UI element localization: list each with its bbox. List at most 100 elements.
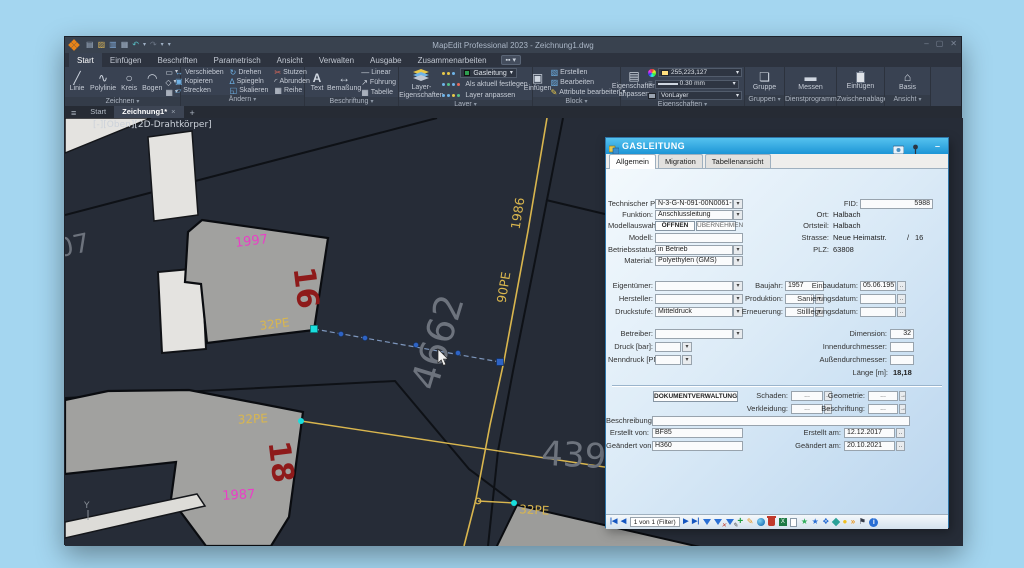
- next-record-icon[interactable]: ▶: [683, 517, 688, 527]
- dialog-title-bar[interactable]: GASLEITUNG –: [606, 138, 948, 154]
- panel-label-dienstprogramme[interactable]: Dienstprogramme▾: [785, 95, 836, 106]
- endpoint-grip[interactable]: [497, 359, 504, 366]
- viewport-controls[interactable]: [-][Oben][2D-Drahtkörper]: [93, 120, 212, 130]
- app-logo-icon[interactable]: [69, 40, 80, 51]
- panel-label-zwischenablage[interactable]: Zwischenablage: [837, 95, 884, 106]
- star-green-icon[interactable]: ★: [801, 517, 808, 527]
- maximize-icon[interactable]: ▢: [936, 39, 944, 48]
- dropdown-button[interactable]: ▾: [733, 210, 743, 220]
- date-picker-button[interactable]: ..: [897, 307, 906, 317]
- date-picker-button[interactable]: ..: [896, 428, 905, 438]
- tag-icon[interactable]: [832, 518, 840, 526]
- mirror-button[interactable]: ∆Spiegeln: [230, 77, 269, 86]
- delete-record-icon[interactable]: [768, 518, 775, 526]
- ribbon-tab-beschriften[interactable]: Beschriften: [150, 53, 206, 67]
- sanierungsdatum-field[interactable]: [860, 294, 896, 304]
- open-file-icon[interactable]: ▨: [98, 40, 106, 50]
- export-excel-icon[interactable]: X: [779, 518, 787, 526]
- print-icon[interactable]: ▦: [121, 40, 129, 50]
- modell-field[interactable]: [655, 233, 743, 243]
- dimension-field[interactable]: 32: [890, 329, 914, 339]
- geometrie-field[interactable]: ...: [868, 391, 898, 401]
- oeffnen-button[interactable]: ÖFFNEN: [655, 221, 695, 231]
- undo-dropdown-icon[interactable]: ▾: [143, 40, 146, 50]
- bulb-icon[interactable]: ●: [842, 517, 847, 527]
- einbaudatum-field[interactable]: 05.06.1957: [860, 281, 896, 291]
- dialog-tab-migration[interactable]: Migration: [658, 154, 703, 168]
- ribbon-overflow-button[interactable]: ▪▪ ▾: [501, 55, 521, 65]
- betreiber-field[interactable]: [655, 329, 733, 339]
- date-picker-button[interactable]: ..: [897, 294, 906, 304]
- house-number-label[interactable]: 16: [286, 265, 326, 311]
- funktion-field[interactable]: Anschlussleitung: [655, 210, 733, 220]
- forward-icon[interactable]: »: [851, 517, 855, 527]
- file-tab-start[interactable]: Start: [82, 106, 114, 118]
- erstellt-am-field[interactable]: 12.12.2017: [844, 428, 895, 438]
- circle-button[interactable]: ○Kreis: [119, 72, 139, 93]
- first-record-icon[interactable]: |◀: [610, 517, 617, 527]
- minimize-icon[interactable]: –: [935, 141, 940, 151]
- panel-label-gruppen[interactable]: Gruppen▾: [745, 95, 784, 106]
- line-button[interactable]: ╱Linie: [67, 72, 87, 93]
- linear-button[interactable]: —Linear: [361, 68, 396, 77]
- date-picker-button[interactable]: ..: [896, 441, 905, 451]
- layer-dropdown[interactable]: Gasleitung▾: [460, 68, 516, 78]
- pipe-label[interactable]: 32PE: [237, 411, 268, 427]
- rotate-button[interactable]: ↻Drehen: [230, 68, 269, 77]
- hatch-tool-icon[interactable]: ▦: [165, 88, 173, 97]
- previous-record-icon[interactable]: ◀: [621, 517, 626, 527]
- insert-block-button[interactable]: ▣Einfügen: [528, 72, 548, 93]
- ribbon-tab-parametrisch[interactable]: Parametrisch: [206, 53, 269, 67]
- druck-field[interactable]: [655, 342, 681, 352]
- hamburger-menu-icon[interactable]: ≡: [65, 108, 82, 118]
- panel-label-ansicht[interactable]: Ansicht▾: [885, 95, 930, 106]
- stretch-button[interactable]: ▱Strecken: [175, 86, 224, 95]
- open-geometrie-button[interactable]: →: [899, 391, 906, 401]
- leader-button[interactable]: ↗Führung: [361, 78, 396, 87]
- nenndruck-field[interactable]: [655, 355, 681, 365]
- flag-icon[interactable]: ⚑: [859, 517, 866, 527]
- create-block-button[interactable]: ▧Erstellen: [551, 68, 626, 77]
- qat-dropdown-icon[interactable]: ▾: [168, 40, 171, 50]
- hersteller-field[interactable]: [655, 294, 733, 304]
- ribbon-tab-verwalten[interactable]: Verwalten: [311, 53, 362, 67]
- endpoint-grip[interactable]: [311, 326, 318, 333]
- close-tab-icon[interactable]: ×: [171, 107, 175, 116]
- stilllegungsdatum-field[interactable]: [860, 307, 896, 317]
- paste-button[interactable]: Einfügen: [847, 72, 875, 91]
- vertex-grip[interactable]: [362, 335, 367, 340]
- scale-button[interactable]: ◱Skalieren: [230, 86, 269, 95]
- innendurchmesser-field[interactable]: [890, 342, 914, 352]
- file-tab-drawing[interactable]: Zeichnung1*×: [114, 106, 183, 118]
- uebernehmen-button[interactable]: ÜBERNEHMEN: [696, 221, 736, 231]
- house-number-label[interactable]: 18: [261, 439, 301, 485]
- filter-remove-icon[interactable]: ✕: [714, 519, 722, 525]
- edit-record-icon[interactable]: ✎: [747, 517, 754, 527]
- star-blue-icon[interactable]: ★: [812, 517, 819, 527]
- minimize-icon[interactable]: –: [924, 39, 928, 48]
- ribbon-tab-ausgabe[interactable]: Ausgabe: [362, 53, 410, 67]
- ribbon-tab-zusammenarbeiten[interactable]: Zusammenarbeiten: [410, 53, 495, 67]
- ribbon-tab-start[interactable]: Start: [69, 53, 102, 67]
- connection-point[interactable]: [298, 418, 304, 424]
- last-record-icon[interactable]: ▶|: [692, 517, 699, 527]
- set-current-layer-button[interactable]: Als aktuell festlegen: [442, 80, 527, 89]
- connection-point[interactable]: [511, 500, 517, 506]
- ribbon-tab-ansicht[interactable]: Ansicht: [269, 53, 311, 67]
- lineweight-dropdown[interactable]: 0.30 mm▾: [655, 80, 739, 89]
- ribbon-tab-einfuegen[interactable]: Einfügen: [102, 53, 150, 67]
- ellipse-tool-icon[interactable]: ◇: [165, 78, 171, 87]
- redo-icon[interactable]: ↷: [150, 40, 157, 50]
- globe-icon[interactable]: [757, 518, 765, 526]
- match-properties-button[interactable]: ▤Eigenschaften anpassen: [623, 70, 645, 99]
- dimension-button[interactable]: ↔Bemaßung: [330, 72, 358, 93]
- pipe-label[interactable]: 32PE: [519, 502, 550, 518]
- text-button[interactable]: AText: [307, 72, 327, 93]
- copy-button[interactable]: ▣Kopieren: [175, 77, 224, 86]
- save-icon[interactable]: ▥: [109, 40, 117, 50]
- redo-dropdown-icon[interactable]: ▾: [161, 40, 164, 50]
- erstellt-von-field[interactable]: BF85: [652, 428, 743, 438]
- polyline-button[interactable]: ∿Polylinie: [90, 72, 116, 93]
- new-file-icon[interactable]: ▤: [86, 40, 94, 50]
- table-button[interactable]: ▦Tabelle: [361, 88, 396, 97]
